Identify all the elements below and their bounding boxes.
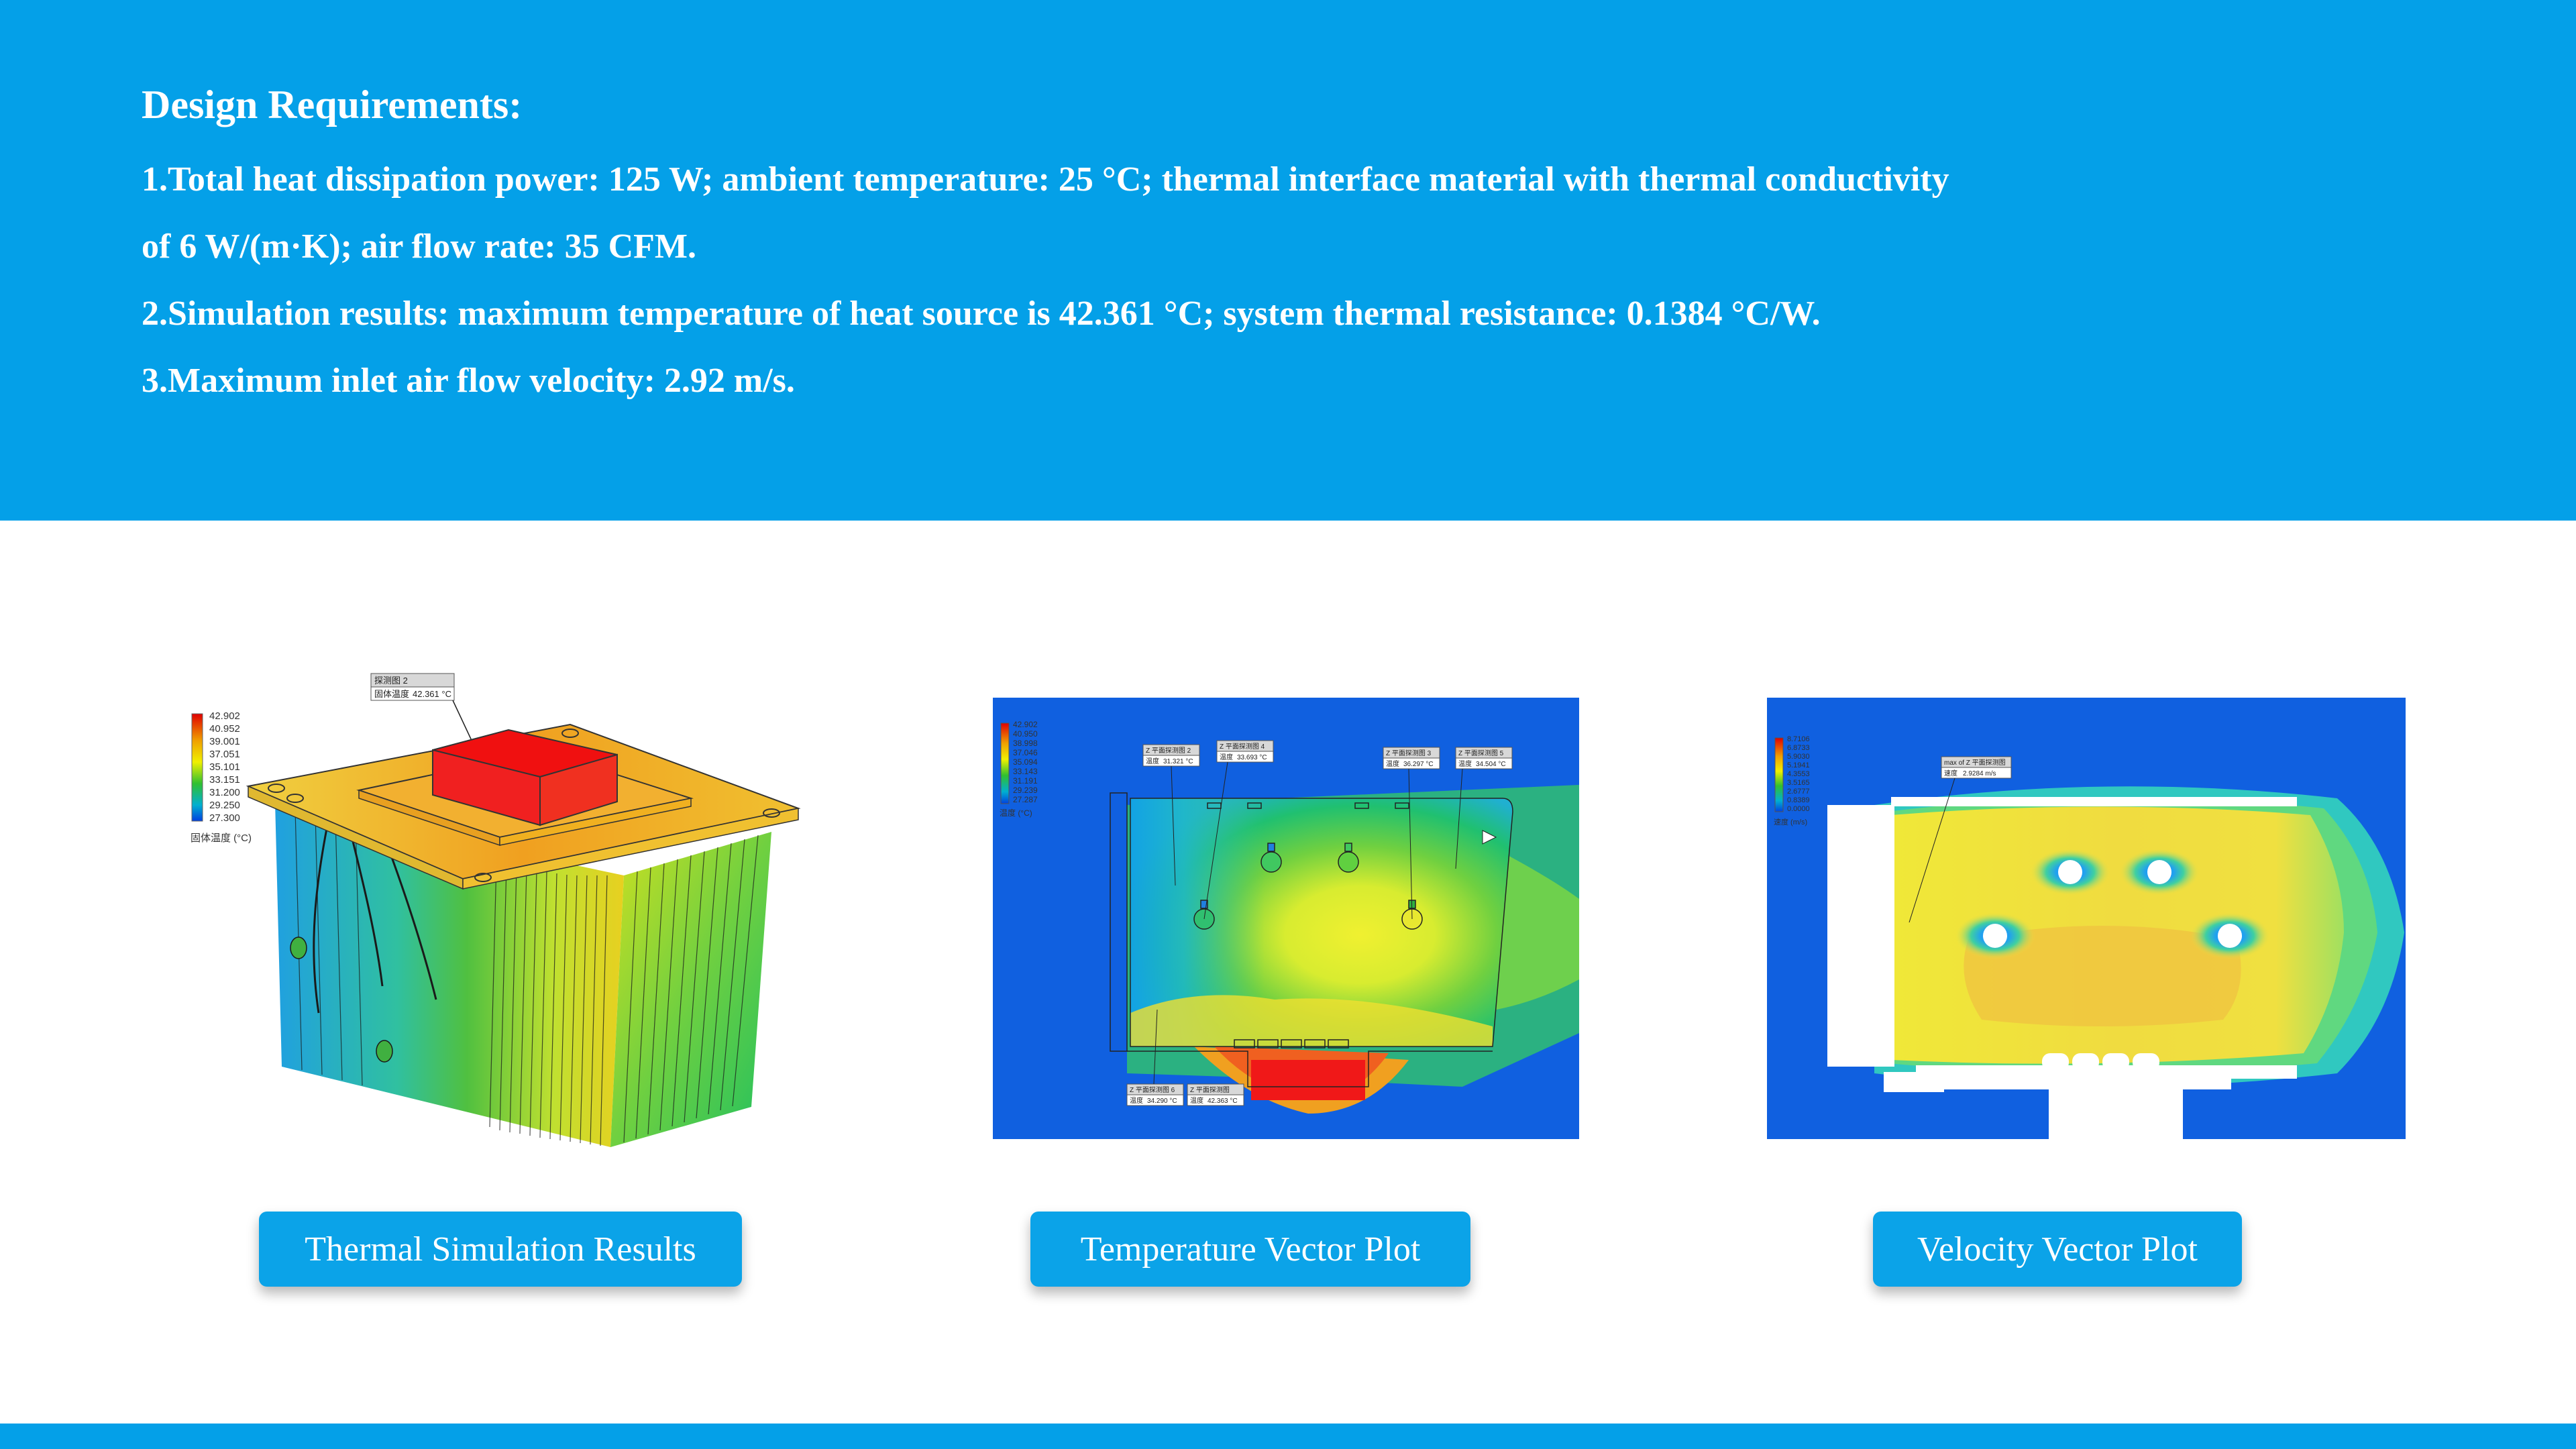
temperature-probe-value: 34.504 °C bbox=[1476, 761, 1506, 768]
velocity-legend-value: 6.8733 bbox=[1787, 744, 1810, 752]
temperature-vector-plot-button[interactable]: Temperature Vector Plot bbox=[1030, 1212, 1470, 1287]
thermal-probe-title: 探测图 2 bbox=[374, 676, 408, 686]
header-banner: Design Requirements: 1.Total heat dissip… bbox=[0, 0, 2576, 521]
temperature-probe-label: 温度 bbox=[1220, 753, 1233, 761]
velocity-legend-value: 0.0000 bbox=[1787, 805, 1810, 813]
temperature-legend-unit: 温度 (°C) bbox=[1000, 808, 1032, 818]
requirement-line-3: 2.Simulation results: maximum temperatur… bbox=[142, 294, 1821, 333]
thermal-legend-value: 40.952 bbox=[209, 723, 240, 735]
thermal-simulation-image: 42.902 40.952 39.001 37.051 35.101 33.15… bbox=[181, 664, 825, 1161]
thermal-probe-label: 固体温度 bbox=[374, 689, 409, 699]
velocity-vector-plot-button[interactable]: Velocity Vector Plot bbox=[1873, 1212, 2242, 1287]
thermal-legend-value: 35.101 bbox=[209, 761, 240, 773]
velocity-legend-unit: 速度 (m/s) bbox=[1774, 817, 1807, 826]
requirements-title: Design Requirements: bbox=[142, 83, 523, 127]
velocity-plot-image: 8.7106 6.8733 5.9030 5.1941 4.3553 3.516… bbox=[1767, 698, 2406, 1139]
temperature-legend-value: 40.950 bbox=[1013, 729, 1038, 739]
thermal-legend-bar bbox=[191, 713, 203, 822]
temperature-probe-callout: Z 平面探测图 温度 42.363 °C bbox=[1187, 1083, 1244, 1106]
temperature-plot-image: 42.902 40.950 38.998 37.046 35.094 33.14… bbox=[993, 698, 1579, 1139]
velocity-probe-label: 速度 bbox=[1944, 769, 1957, 777]
thermal-legend-value: 31.200 bbox=[209, 787, 240, 798]
temperature-legend-bar bbox=[1000, 722, 1010, 804]
temperature-legend-value: 29.239 bbox=[1013, 786, 1038, 795]
temperature-legend-value: 33.143 bbox=[1013, 767, 1038, 776]
temperature-legend-value: 35.094 bbox=[1013, 757, 1038, 767]
requirement-line-1: 1.Total heat dissipation power: 125 W; a… bbox=[142, 160, 1949, 199]
temperature-legend-value: 38.998 bbox=[1013, 739, 1038, 748]
velocity-legend-bar bbox=[1774, 737, 1784, 812]
velocity-legend-value: 8.7106 bbox=[1787, 735, 1810, 743]
temperature-probe-label: 温度 bbox=[1130, 1096, 1143, 1105]
thermal-legend-value: 33.151 bbox=[209, 774, 240, 786]
temperature-legend-value: 37.046 bbox=[1013, 748, 1038, 757]
thermal-legend-unit: 固体温度 (°C) bbox=[191, 833, 252, 844]
thermal-legend-value: 39.001 bbox=[209, 736, 240, 747]
temperature-probe-title: Z 平面探测图 4 bbox=[1220, 742, 1265, 751]
temperature-probe-title: Z 平面探测图 6 bbox=[1130, 1085, 1175, 1094]
velocity-legend-value: 3.5165 bbox=[1787, 779, 1810, 787]
thermal-legend-value: 27.300 bbox=[209, 812, 240, 824]
velocity-probe-value: 2.9284 m/s bbox=[1963, 770, 1996, 777]
requirement-line-4: 3.Maximum inlet air flow velocity: 2.92 … bbox=[142, 362, 795, 400]
temperature-probe-label: 温度 bbox=[1146, 757, 1159, 765]
temperature-probe-title: Z 平面探测图 bbox=[1190, 1085, 1230, 1094]
temperature-probe-value: 31.321 °C bbox=[1163, 758, 1193, 765]
thermal-legend-value: 37.051 bbox=[209, 749, 240, 760]
temperature-probe-label: 温度 bbox=[1386, 759, 1399, 768]
thermal-legend-value: 29.250 bbox=[209, 800, 240, 811]
velocity-legend-value: 2.6777 bbox=[1787, 788, 1810, 796]
temperature-probe-value: 33.693 °C bbox=[1237, 754, 1267, 761]
temperature-probe-title: Z 平面探测图 3 bbox=[1386, 749, 1432, 757]
temperature-legend-value: 27.287 bbox=[1013, 795, 1038, 804]
temperature-legend-value: 42.902 bbox=[1013, 720, 1038, 729]
velocity-legend-value: 5.1941 bbox=[1787, 761, 1810, 769]
velocity-legend-value: 0.8389 bbox=[1787, 796, 1810, 804]
velocity-legend-value: 4.3553 bbox=[1787, 770, 1810, 778]
footer-bar bbox=[0, 1424, 2576, 1449]
thermal-legend-value: 42.902 bbox=[209, 710, 240, 722]
velocity-probe-title: max of Z 平面探测图 bbox=[1944, 758, 2006, 767]
temperature-probe-title: Z 平面探测图 2 bbox=[1146, 746, 1191, 755]
velocity-legend-value: 5.9030 bbox=[1787, 753, 1810, 761]
thermal-probe-value: 42.361 °C bbox=[413, 689, 451, 699]
temperature-probe-label: 温度 bbox=[1458, 759, 1472, 768]
requirement-line-2: of 6 W/(m·K); air flow rate: 35 CFM. bbox=[142, 227, 696, 266]
temperature-probe-label: 温度 bbox=[1190, 1096, 1203, 1105]
temperature-probe-title: Z 平面探测图 5 bbox=[1458, 749, 1504, 757]
temperature-legend-value: 31.191 bbox=[1013, 776, 1038, 786]
temperature-probe-value: 36.297 °C bbox=[1403, 761, 1434, 768]
temperature-probe-value: 42.363 °C bbox=[1208, 1097, 1238, 1105]
temperature-probe-value: 34.290 °C bbox=[1147, 1097, 1177, 1105]
thermal-simulation-results-button[interactable]: Thermal Simulation Results bbox=[259, 1212, 742, 1287]
